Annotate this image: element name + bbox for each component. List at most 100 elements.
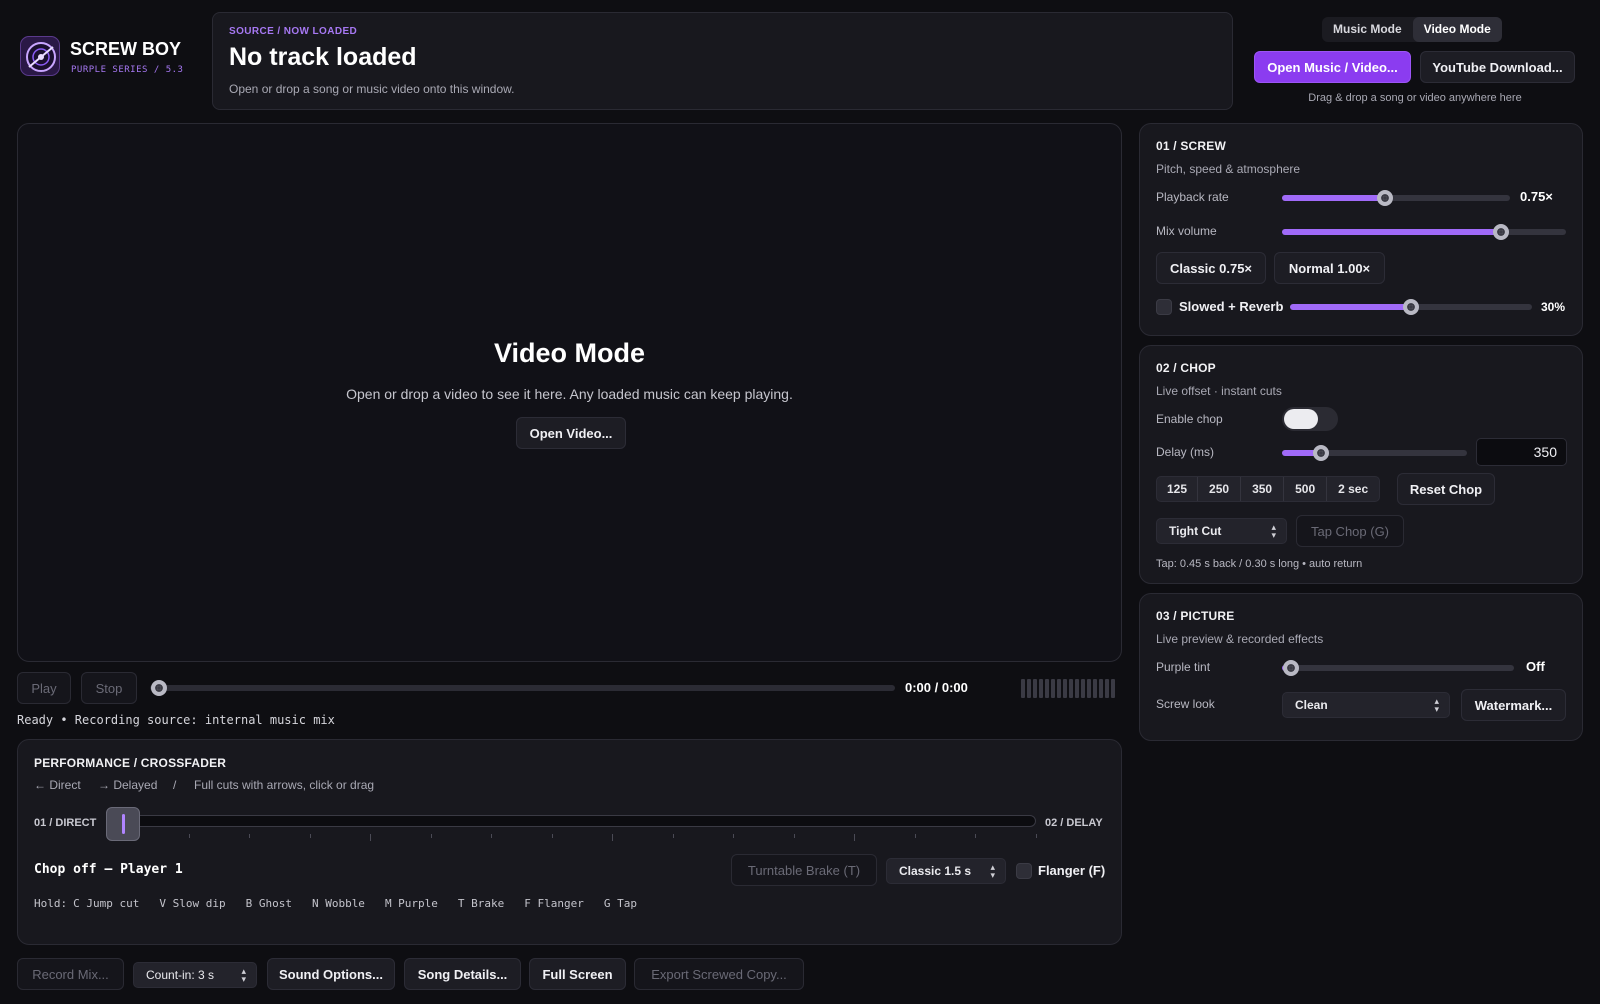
delay-preset-250[interactable]: 250 — [1198, 477, 1242, 501]
hold-key: T Brake — [457, 897, 505, 910]
updown-chevron-icon: ▴ ▾ — [1434, 696, 1439, 714]
hold-keys: Hold: C Jump cut V Slow dip B Ghost N Wo… — [34, 897, 637, 910]
level-meter-bar — [1081, 679, 1085, 698]
crossfader-tick — [672, 834, 674, 838]
tap-chop-button[interactable]: Tap Chop (G) — [1296, 515, 1404, 547]
youtube-download-button[interactable]: YouTube Download... — [1420, 51, 1575, 83]
seek-bar[interactable] — [150, 680, 895, 696]
delay-preset-350[interactable]: 350 — [1241, 477, 1285, 501]
stop-button[interactable]: Stop — [81, 672, 137, 704]
record-mix-button[interactable]: Record Mix... — [17, 958, 124, 990]
hold-key: M Purple — [384, 897, 438, 910]
level-meter-bar — [1093, 679, 1097, 698]
crossfader-tick — [1036, 834, 1037, 838]
updown-chevron-icon: ▴ ▾ — [241, 966, 246, 984]
playback-rate-knob[interactable] — [1376, 190, 1393, 206]
purple-tint-value: Off — [1526, 659, 1545, 674]
screw-subtitle: Pitch, speed & atmosphere — [1156, 162, 1301, 176]
hold-key: G Tap — [603, 897, 638, 910]
crossfader-tick — [188, 834, 190, 838]
flanger-label: Flanger (F) — [1038, 863, 1106, 878]
sound-options-button[interactable]: Sound Options... — [267, 958, 395, 990]
vinyl-logo-icon — [26, 42, 56, 72]
brake-duration-value: Classic 1.5 s — [899, 864, 972, 878]
level-meter-bar — [1045, 679, 1049, 698]
slowed-reverb-checkbox[interactable] — [1156, 299, 1172, 315]
crossfader-track[interactable] — [108, 815, 1036, 827]
mix-volume-label: Mix volume — [1156, 224, 1217, 238]
mix-volume-slider[interactable] — [1282, 224, 1566, 240]
level-meter-bar — [1051, 679, 1055, 698]
chop-subtitle: Live offset · instant cuts — [1156, 384, 1282, 398]
track-title: No track loaded — [229, 43, 417, 71]
playback-rate-slider[interactable] — [1282, 190, 1510, 206]
turntable-brake-button[interactable]: Turntable Brake (T) — [731, 854, 877, 886]
status-line: Ready • Recording source: internal music… — [17, 713, 335, 727]
purple-tint-knob[interactable] — [1283, 660, 1300, 676]
brake-duration-select[interactable]: Classic 1.5 s ▴ ▾ — [886, 858, 1006, 884]
tab-music-mode[interactable]: Music Mode — [1322, 17, 1413, 42]
screw-look-label: Screw look — [1156, 697, 1215, 711]
watermark-button[interactable]: Watermark... — [1461, 689, 1566, 721]
screw-panel: 01 / SCREW Pitch, speed & atmosphere Pla… — [1139, 123, 1583, 336]
preset-normal-button[interactable]: Normal 1.00× — [1274, 252, 1385, 284]
open-video-button[interactable]: Open Video... — [516, 417, 626, 449]
screw-look-select[interactable]: Clean ▴ ▾ — [1282, 692, 1450, 718]
source-hint: Open or drop a song or music video onto … — [229, 82, 515, 96]
open-media-button[interactable]: Open Music / Video... — [1254, 51, 1411, 83]
reverb-slider[interactable] — [1290, 299, 1532, 315]
delay-knob[interactable] — [1312, 445, 1329, 461]
reset-chop-button[interactable]: Reset Chop — [1397, 473, 1495, 505]
level-meter-bar — [1057, 679, 1061, 698]
delay-slider[interactable] — [1282, 445, 1467, 461]
delay-preset-125[interactable]: 125 — [1157, 477, 1199, 501]
video-mode-title: Video Mode — [493, 338, 646, 368]
count-in-select[interactable]: Count-in: 3 s ▴ ▾ — [133, 962, 257, 988]
tab-video-mode[interactable]: Video Mode — [1412, 17, 1502, 42]
delayed-hint: → Delayed — [98, 778, 158, 792]
delay-preset-500[interactable]: 500 — [1284, 477, 1328, 501]
purple-tint-label: Purple tint — [1156, 660, 1211, 674]
source-eyebrow: SOURCE / NOW LOADED — [229, 26, 358, 37]
count-in-value: Count-in: 3 s — [146, 968, 215, 982]
delay-input-value: 350 — [1533, 444, 1557, 460]
delay-input[interactable]: 350 — [1476, 438, 1567, 466]
chop-panel: 02 / CHOP Live offset · instant cuts Ena… — [1139, 345, 1583, 584]
purple-tint-slider[interactable] — [1282, 660, 1514, 676]
crossfader-tick — [733, 834, 735, 838]
reverb-knob[interactable] — [1403, 299, 1419, 315]
video-mode-subtitle: Open or drop a video to see it here. Any… — [346, 386, 793, 402]
preset-classic-button[interactable]: Classic 0.75× — [1156, 252, 1266, 284]
video-stage[interactable]: Video Mode Open or drop a video to see i… — [17, 123, 1122, 662]
crossfader-tick — [612, 834, 614, 841]
hold-key: F Flanger — [524, 897, 584, 910]
screw-title: 01 / SCREW — [1156, 139, 1227, 153]
flanger-checkbox[interactable] — [1016, 863, 1032, 879]
enable-chop-toggle[interactable] — [1282, 407, 1338, 431]
crossfader-handle[interactable] — [106, 807, 140, 841]
crossfader-tick — [975, 834, 977, 838]
picture-panel: 03 / PICTURE Live preview & recorded eff… — [1139, 593, 1583, 741]
crossfader-tick — [914, 834, 916, 838]
picture-subtitle: Live preview & recorded effects — [1156, 632, 1324, 646]
crossfader-tick — [309, 834, 311, 838]
seek-knob[interactable] — [151, 680, 167, 696]
song-details-button[interactable]: Song Details... — [404, 958, 521, 990]
chop-mode-select[interactable]: Tight Cut ▴ ▾ — [1156, 518, 1287, 544]
play-button[interactable]: Play — [17, 672, 71, 704]
level-meter-bar — [1105, 679, 1109, 698]
mode-toggle: Music Mode Video Mode — [1322, 17, 1502, 42]
delay-preset-2sec[interactable]: 2 sec — [1327, 477, 1379, 501]
level-meter-bar — [1069, 679, 1073, 698]
full-screen-button[interactable]: Full Screen — [529, 958, 626, 990]
export-screwed-button[interactable]: Export Screwed Copy... — [634, 958, 804, 990]
mix-volume-knob[interactable] — [1492, 224, 1509, 240]
level-meter — [1021, 679, 1115, 698]
reverb-value: 30% — [1541, 300, 1566, 314]
tap-info: Tap: 0.45 s back / 0.30 s long • auto re… — [1156, 558, 1363, 570]
level-meter-bar — [1021, 679, 1025, 698]
crossfader-tick — [491, 834, 493, 838]
crossfader-tick — [551, 834, 553, 838]
level-meter-bar — [1063, 679, 1067, 698]
app-name: SCREW BOY — [70, 39, 182, 59]
